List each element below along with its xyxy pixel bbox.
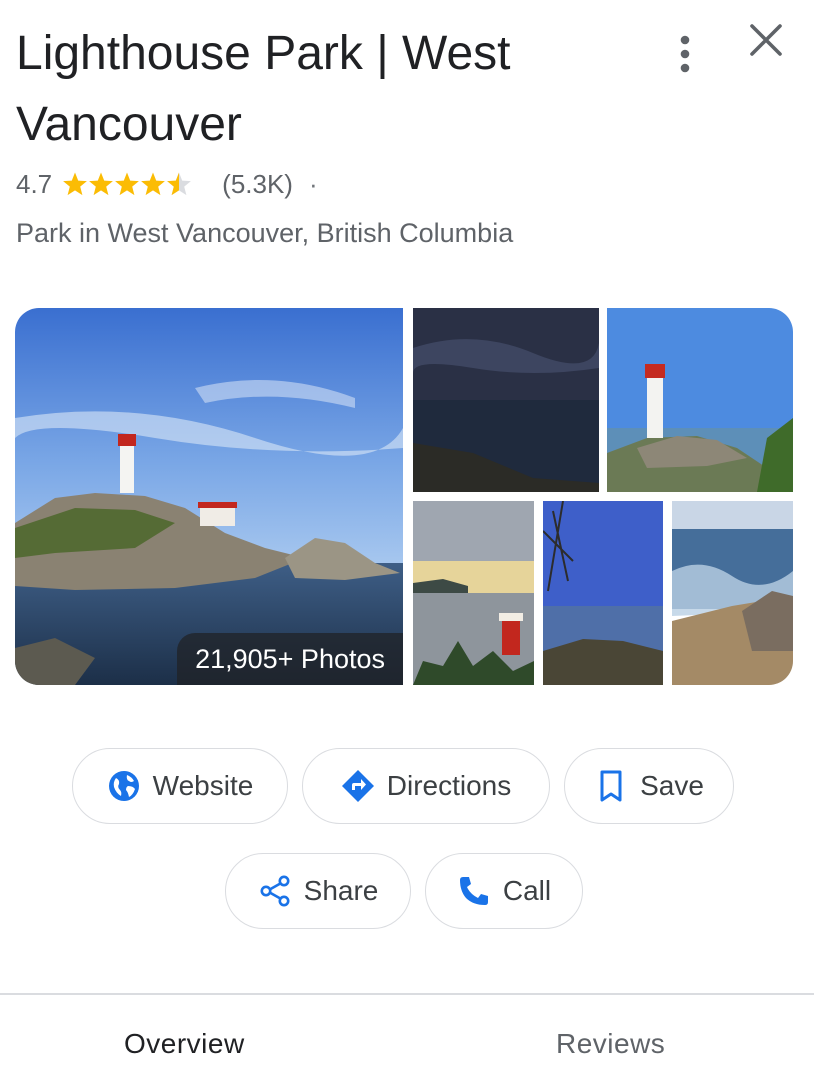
half-star-icon xyxy=(167,172,192,196)
photo-count-badge[interactable]: 21,905+ Photos xyxy=(177,633,403,685)
tab-reviews[interactable]: Reviews xyxy=(556,1028,665,1060)
photo-thumb[interactable] xyxy=(672,501,793,685)
website-button[interactable]: Website xyxy=(72,748,288,824)
website-button-label: Website xyxy=(152,770,254,801)
close-button[interactable] xyxy=(742,16,790,64)
close-icon xyxy=(750,24,782,56)
star-icon xyxy=(89,172,114,196)
share-button-label: Share xyxy=(303,875,379,906)
globe-icon xyxy=(107,769,141,803)
star-icons xyxy=(63,172,192,196)
place-category: Park in West Vancouver, British Columbia xyxy=(16,218,514,248)
tab-overview[interactable]: Overview xyxy=(124,1028,245,1060)
photo-thumb[interactable] xyxy=(413,501,534,685)
more-vert-icon xyxy=(680,35,690,73)
save-button-label: Save xyxy=(640,770,704,801)
tab-divider xyxy=(0,993,814,995)
star-icon xyxy=(141,172,166,196)
bookmark-icon xyxy=(594,769,628,803)
photo-thumb[interactable] xyxy=(607,308,793,492)
directions-button[interactable]: Directions xyxy=(302,748,550,824)
star-icon xyxy=(115,172,140,196)
rating-value: 4.7 xyxy=(16,168,53,199)
rating-row: 4.7 (5.3K) · xyxy=(16,166,318,202)
share-button[interactable]: Share xyxy=(225,853,411,929)
star-rating xyxy=(62,170,212,198)
directions-button-label: Directions xyxy=(386,770,512,801)
lighthouse-photo xyxy=(15,308,403,685)
photo-thumb[interactable] xyxy=(413,308,599,492)
photo-thumb[interactable] xyxy=(543,501,663,685)
waves-rocks-photo xyxy=(672,501,793,685)
call-button[interactable]: Call xyxy=(425,853,583,929)
dusk-sea-photo xyxy=(413,308,599,492)
coast-view-photo xyxy=(543,501,663,685)
star-icon xyxy=(63,172,88,196)
sunset-lighthouse-photo xyxy=(413,501,534,685)
lighthouse-closeup-photo xyxy=(607,308,793,492)
phone-icon xyxy=(457,874,491,908)
call-button-label: Call xyxy=(502,875,552,906)
review-count[interactable]: (5.3K) xyxy=(222,169,293,200)
save-button[interactable]: Save xyxy=(564,748,734,824)
photo-main[interactable]: 21,905+ Photos xyxy=(15,308,403,685)
directions-icon xyxy=(341,769,375,803)
share-icon xyxy=(258,874,292,908)
more-options-button[interactable] xyxy=(664,30,708,78)
place-title: Lighthouse Park | West Vancouver xyxy=(16,27,511,151)
separator-dot: · xyxy=(308,168,318,199)
